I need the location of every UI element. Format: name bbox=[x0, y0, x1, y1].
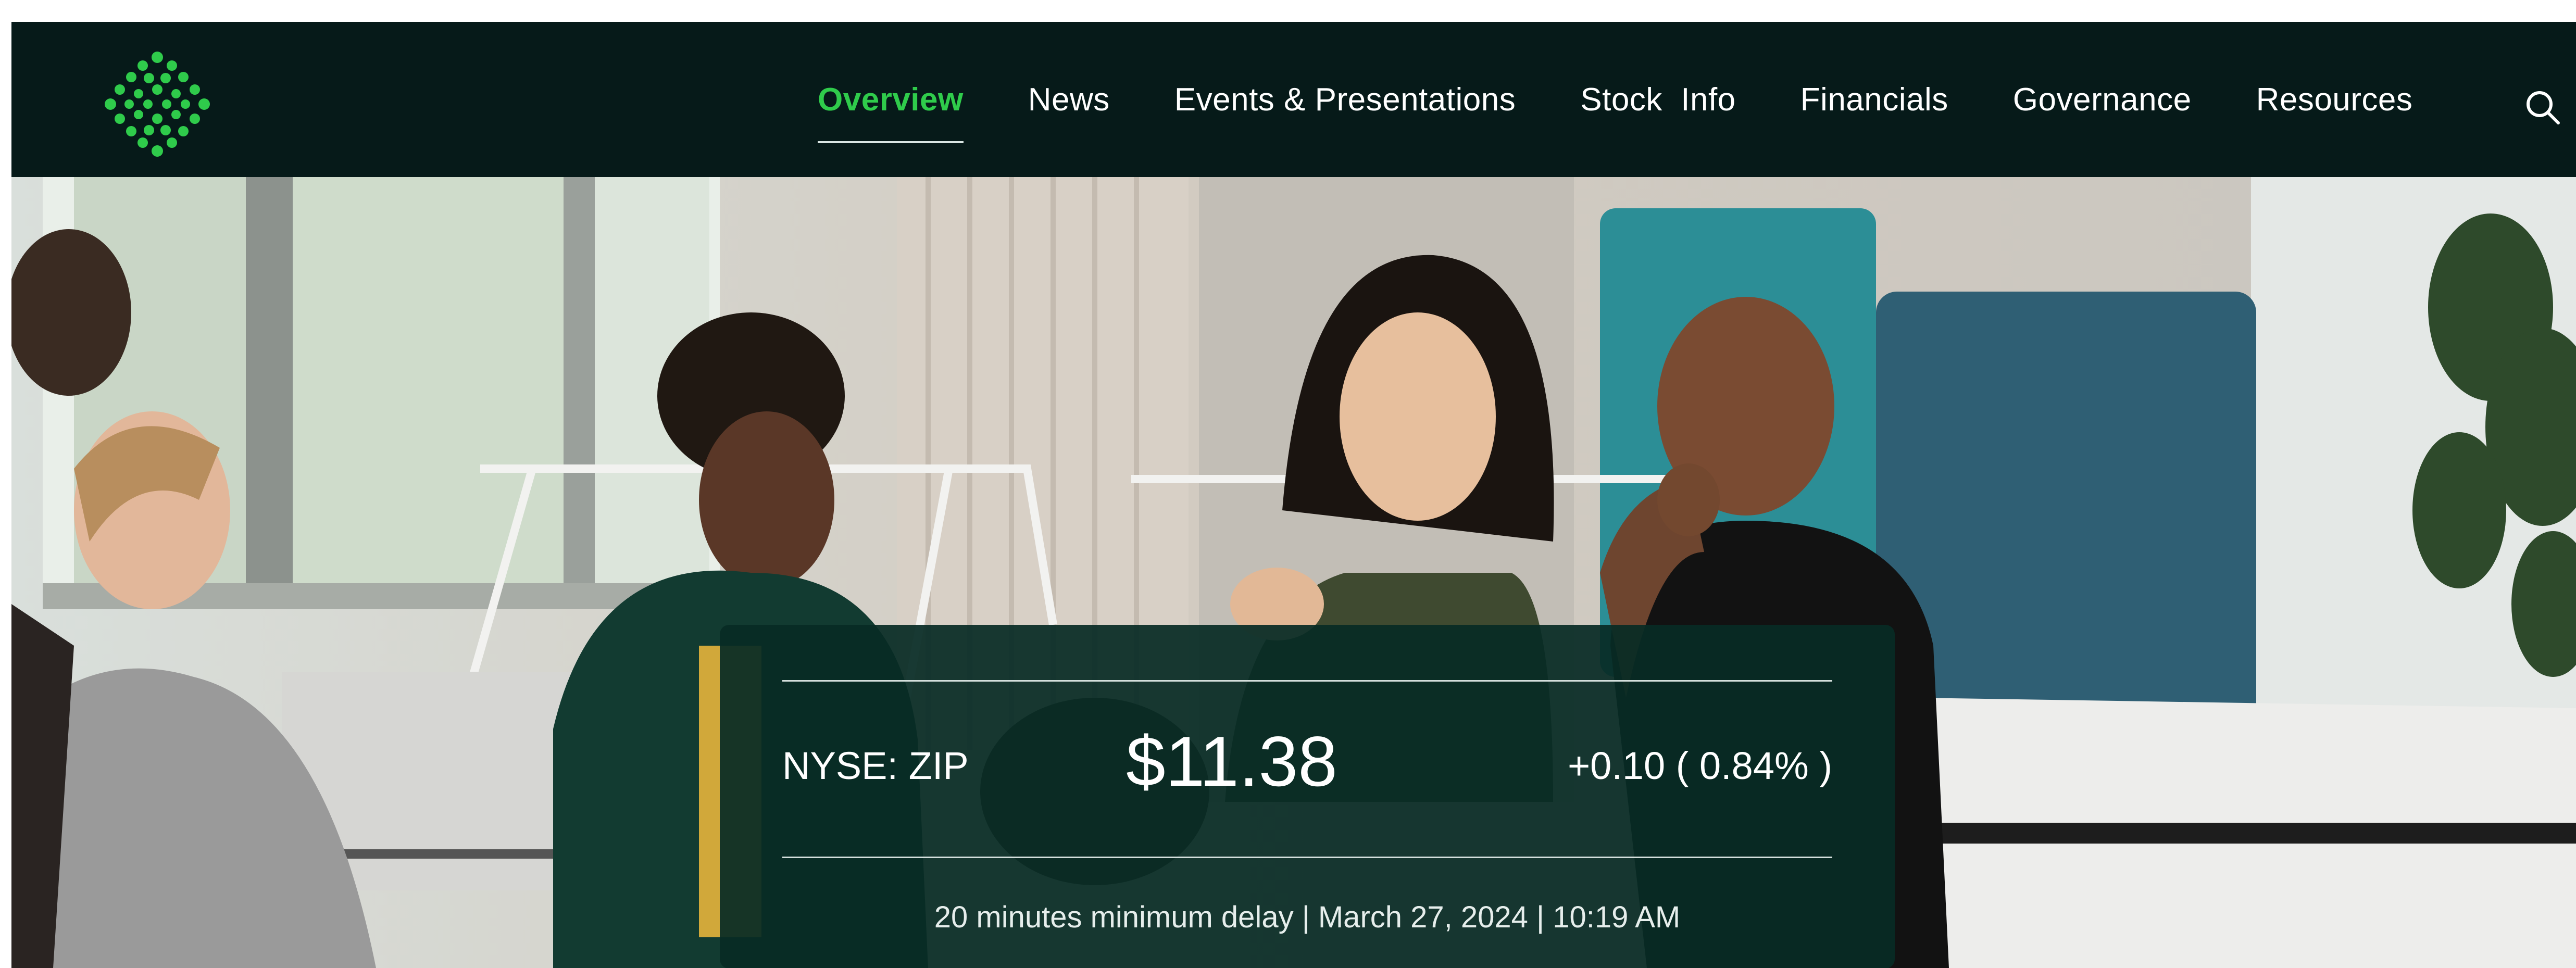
company-logo-icon[interactable] bbox=[95, 42, 220, 167]
stock-quote-card: NYSE: ZIP $11.38 +0.10 ( 0.84% ) 20 minu… bbox=[720, 625, 1895, 968]
nav-stock-info[interactable]: Stock Info bbox=[1580, 81, 1735, 118]
nav-financials[interactable]: Financials bbox=[1800, 81, 1948, 118]
stock-change: +0.10 ( 0.84% ) bbox=[1567, 744, 1832, 787]
divider bbox=[782, 857, 1832, 858]
stock-price: $11.38 bbox=[1126, 722, 1337, 801]
nav-news[interactable]: News bbox=[1028, 81, 1110, 118]
divider bbox=[782, 680, 1832, 682]
nav-governance[interactable]: Governance bbox=[2013, 81, 2192, 118]
top-navigation-bar: Overview News Events & Presentations Sto… bbox=[11, 22, 2576, 177]
nav-overview[interactable]: Overview bbox=[818, 81, 964, 143]
stock-ticker: NYSE: ZIP bbox=[782, 744, 969, 787]
quote-delay-note: 20 minutes minimum delay | March 27, 202… bbox=[934, 900, 1681, 934]
search-icon[interactable] bbox=[2522, 86, 2564, 128]
hero-banner: NYSE: ZIP $11.38 +0.10 ( 0.84% ) 20 minu… bbox=[11, 177, 2576, 968]
nav-resources[interactable]: Resources bbox=[2256, 81, 2413, 118]
main-nav: Overview News Events & Presentations Sto… bbox=[818, 22, 2477, 177]
nav-events-presentations[interactable]: Events & Presentations bbox=[1174, 81, 1516, 118]
